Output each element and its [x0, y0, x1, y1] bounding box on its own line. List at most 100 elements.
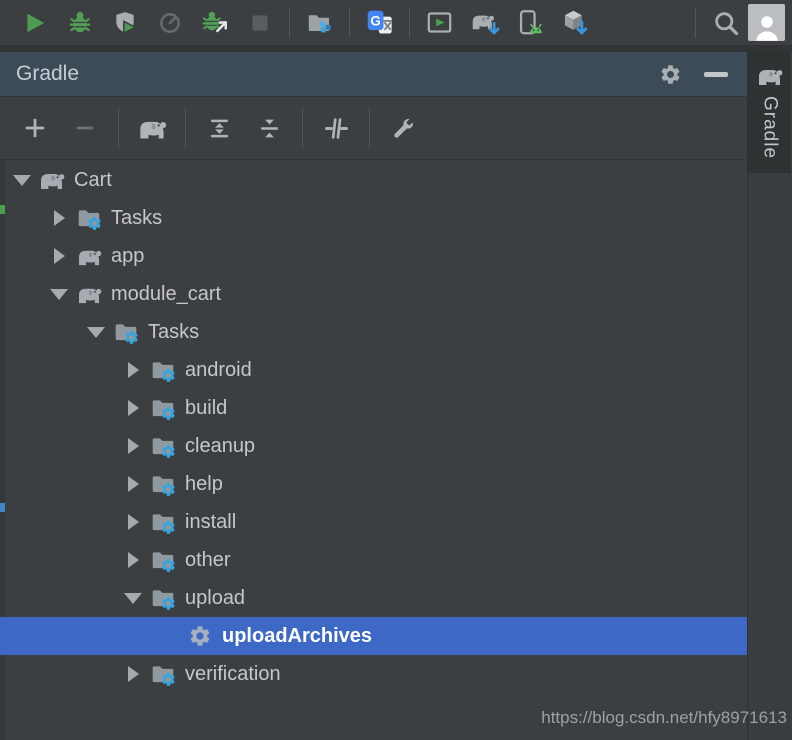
profiler-gauge-icon	[159, 12, 180, 33]
gradle-sync-elephant-icon	[470, 10, 499, 35]
debug-button[interactable]	[57, 0, 102, 45]
window-play-icon	[427, 12, 452, 33]
minimize-icon	[704, 71, 728, 77]
tree-row-build[interactable]: build	[0, 389, 747, 427]
gradle-sync-button[interactable]	[462, 0, 507, 45]
tree-row-install[interactable]: install	[0, 503, 747, 541]
toolbar-separator	[302, 108, 303, 148]
chevron-down-icon[interactable]	[84, 320, 108, 344]
svg-text:G: G	[370, 13, 380, 28]
watermark-text: https://blog.csdn.net/hfy8971613	[541, 708, 787, 727]
chevron-right-icon[interactable]	[121, 510, 145, 534]
gradle-side-tab[interactable]: Gradle	[748, 52, 791, 174]
run-with-coverage-button[interactable]	[102, 0, 147, 45]
expand-all-icon	[210, 119, 228, 137]
toolbar-separator	[185, 108, 186, 148]
chevron-right-icon[interactable]	[121, 396, 145, 420]
panel-settings-button[interactable]	[655, 59, 685, 89]
shield-play-icon	[115, 11, 137, 35]
panel-hide-button[interactable]	[701, 59, 731, 89]
toolbar-divider	[0, 45, 792, 52]
capture-button[interactable]	[297, 0, 342, 45]
tree-row-app[interactable]: app	[0, 237, 747, 275]
chevron-down-icon[interactable]	[121, 586, 145, 610]
avd-manager-button[interactable]	[507, 0, 552, 45]
tree-row-cart[interactable]: Cart	[0, 161, 747, 199]
tasks-folder-icon	[149, 547, 177, 573]
toolbar-separator	[369, 108, 370, 148]
side-tab-label: Gradle	[759, 96, 781, 160]
gradle-elephant-icon	[75, 243, 103, 269]
tree-row-help[interactable]: help	[0, 465, 747, 503]
gradle-panel-header: Gradle	[0, 52, 747, 97]
run-anything-button[interactable]	[417, 0, 462, 45]
gradle-elephant-icon	[137, 116, 168, 141]
debug-bug-icon	[67, 10, 93, 36]
tasks-folder-icon	[149, 433, 177, 459]
minus-icon	[76, 126, 94, 130]
search-icon	[714, 11, 738, 35]
toolbar-separator	[289, 7, 290, 38]
sdk-manager-button[interactable]	[552, 0, 597, 45]
gradle-panel-toolbar	[0, 97, 747, 160]
add-gradle-project-button[interactable]	[18, 111, 52, 145]
tree-row-other[interactable]: other	[0, 541, 747, 579]
gradle-settings-button[interactable]	[386, 111, 420, 145]
chevron-placeholder	[158, 624, 182, 648]
collapse-all-icon	[260, 119, 278, 137]
stop-square-icon	[251, 14, 268, 31]
tree-row-tasks-module[interactable]: Tasks	[0, 313, 747, 351]
chevron-right-icon[interactable]	[121, 472, 145, 496]
tree-row-tasks[interactable]: Tasks	[0, 199, 747, 237]
tasks-folder-icon	[149, 661, 177, 687]
refresh-gradle-projects-button[interactable]	[135, 111, 169, 145]
tree-row-label: Tasks	[111, 206, 163, 229]
tree-row-upload[interactable]: upload	[0, 579, 747, 617]
tasks-folder-icon	[112, 319, 140, 345]
phone-android-icon	[519, 10, 542, 35]
cube-download-icon	[564, 10, 588, 35]
chevron-right-icon[interactable]	[121, 358, 145, 382]
chevron-right-icon[interactable]	[121, 662, 145, 686]
translate-button[interactable]: G	[357, 0, 402, 45]
tree-row-upload-archives[interactable]: uploadArchives	[0, 617, 747, 655]
tree-row-module-cart[interactable]: module_cart	[0, 275, 747, 313]
tree-row-android[interactable]: android	[0, 351, 747, 389]
tree-row-label: help	[185, 472, 223, 495]
tree-row-label: app	[111, 244, 145, 267]
tree-row-label: verification	[185, 662, 281, 685]
run-button[interactable]	[12, 0, 57, 45]
expand-all-button[interactable]	[202, 111, 236, 145]
chevron-down-icon[interactable]	[47, 282, 71, 306]
chevron-right-icon[interactable]	[47, 206, 71, 230]
chevron-right-icon[interactable]	[121, 434, 145, 458]
translate-icon: G	[367, 10, 392, 33]
gradle-tasks-tree: Cart Tasks app module_cart Tasks android…	[0, 160, 747, 693]
remove-gradle-project-button[interactable]	[68, 111, 102, 145]
main-toolbar: G	[0, 0, 792, 45]
tasks-folder-icon	[149, 585, 177, 611]
bug-arrow-icon	[201, 9, 227, 33]
attach-debugger-button[interactable]	[192, 0, 237, 45]
run-icon	[26, 13, 44, 32]
tree-row-label: upload	[185, 586, 246, 609]
tree-row-label: module_cart	[111, 282, 222, 305]
panel-title: Gradle	[16, 62, 80, 85]
folder-modules-icon	[308, 15, 331, 33]
tree-row-label: install	[185, 510, 237, 533]
plus-icon	[25, 118, 45, 138]
user-avatar[interactable]	[748, 4, 785, 41]
tree-row-verification[interactable]: verification	[0, 655, 747, 693]
chevron-right-icon[interactable]	[47, 244, 71, 268]
android-studio-gradle-window: G Gradle Cart Tasks app module_cart Task…	[0, 0, 792, 740]
stop-button[interactable]	[237, 0, 282, 45]
toggle-offline-mode-button[interactable]	[319, 111, 353, 145]
collapse-all-button[interactable]	[252, 111, 286, 145]
search-everywhere-button[interactable]	[703, 0, 748, 45]
wrench-icon	[393, 118, 413, 138]
profile-button[interactable]	[147, 0, 192, 45]
chevron-right-icon[interactable]	[121, 548, 145, 572]
tree-row-cleanup[interactable]: cleanup	[0, 427, 747, 465]
person-icon	[755, 16, 778, 41]
chevron-down-icon[interactable]	[10, 168, 34, 192]
